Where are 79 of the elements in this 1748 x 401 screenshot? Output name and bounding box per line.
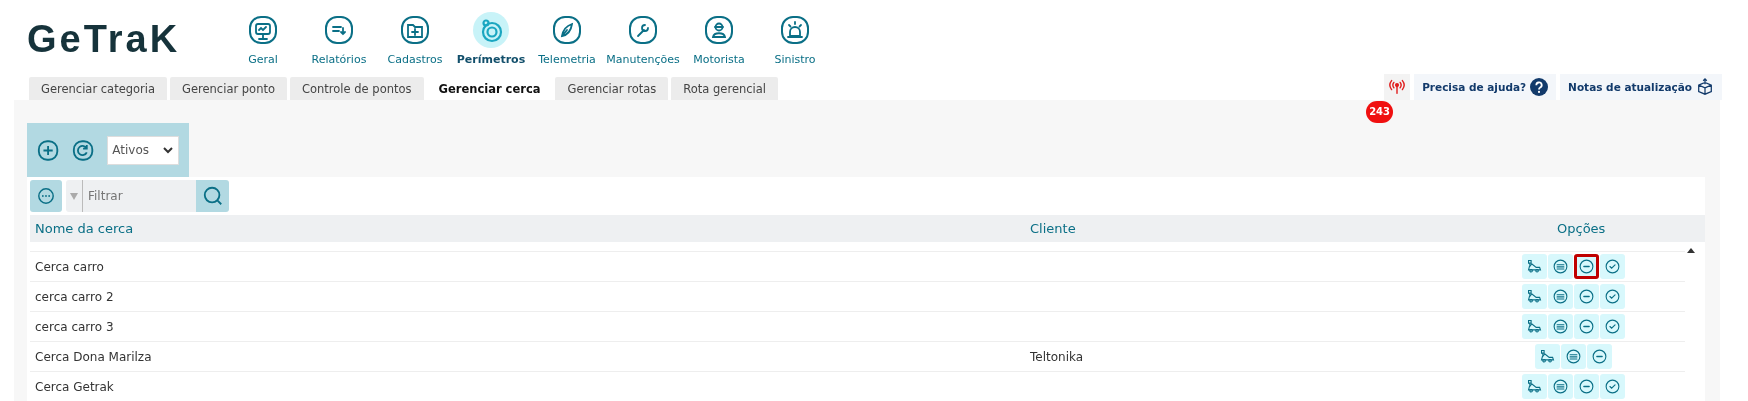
check-circle-icon: [1604, 318, 1621, 335]
nav-item[interactable]: Motorista: [681, 0, 757, 66]
remove-button[interactable]: [1587, 344, 1612, 369]
list-icon: [1552, 378, 1569, 395]
minus-circle-icon: [1578, 258, 1595, 275]
nav-item[interactable]: Cadastros: [377, 0, 453, 66]
refresh-icon[interactable]: [72, 138, 95, 162]
list-icon: [1565, 348, 1582, 365]
column-header: Cliente: [1030, 221, 1077, 236]
remove-button[interactable]: [1574, 374, 1599, 399]
table-cell-text: Cerca Getrak: [34, 379, 115, 394]
check-circle-icon: [1604, 258, 1621, 275]
box-icon: [1696, 78, 1714, 96]
nav-item[interactable]: Perímetros: [453, 0, 529, 66]
remove-button[interactable]: [1574, 254, 1599, 279]
status-select[interactable]: Ativos: [107, 135, 179, 165]
scroll-up-icon[interactable]: [1687, 248, 1695, 253]
list-button[interactable]: [1548, 374, 1573, 399]
filter-field[interactable]: Filtrar: [66, 179, 196, 212]
list-icon: [1552, 318, 1569, 335]
tab[interactable]: Controle de pontos: [290, 77, 424, 100]
route-button[interactable]: [1522, 374, 1547, 399]
table-cell-text: Cerca carro: [34, 259, 105, 274]
table-cell-text: cerca carro 3: [34, 319, 115, 334]
list-button[interactable]: [1548, 314, 1573, 339]
tab[interactable]: Gerenciar categoria: [29, 77, 168, 100]
route-button[interactable]: [1535, 344, 1560, 369]
remove-button[interactable]: [1574, 284, 1599, 309]
tab[interactable]: Gerenciar ponto: [170, 77, 287, 100]
table-cell-text: Cerca Dona Marilza: [34, 349, 153, 364]
car-route-icon: [1526, 258, 1543, 275]
car-route-icon: [1526, 378, 1543, 395]
release-notes-button[interactable]: Notas de atualização: [1560, 74, 1722, 100]
list-button[interactable]: [1548, 254, 1573, 279]
more-button[interactable]: [30, 179, 62, 212]
route-button[interactable]: [1522, 314, 1547, 339]
nav-item[interactable]: Relatórios: [301, 0, 377, 66]
minus-circle-icon: [1578, 378, 1595, 395]
list-icon: [1552, 288, 1569, 305]
nav-item[interactable]: Geral: [225, 0, 301, 66]
minus-circle-icon: [1591, 348, 1608, 365]
nav-item[interactable]: Manutenções: [605, 0, 681, 66]
check-circle-icon: [1604, 378, 1621, 395]
car-route-icon: [1539, 348, 1556, 365]
nav-item[interactable]: Telemetria: [529, 0, 605, 66]
alerts-button[interactable]: [1384, 74, 1411, 100]
list-icon: [1552, 258, 1569, 275]
minus-circle-icon: [1578, 288, 1595, 305]
car-route-icon: [1526, 318, 1543, 335]
chevron-down-icon: [162, 144, 174, 156]
tab[interactable]: Gerenciar rotas: [555, 77, 669, 100]
activate-button[interactable]: [1600, 284, 1625, 309]
search-icon: [201, 184, 224, 207]
remove-button[interactable]: [1574, 314, 1599, 339]
antenna-icon: [1388, 77, 1407, 95]
column-header: Nome da cerca: [34, 221, 135, 236]
nav-item[interactable]: Sinistro: [757, 0, 833, 66]
activate-button[interactable]: [1600, 254, 1625, 279]
minus-circle-icon: [1578, 318, 1595, 335]
help-button[interactable]: Precisa de ajuda?: [1414, 74, 1557, 100]
target-icon: [473, 12, 509, 48]
help-icon: [1530, 78, 1549, 96]
logo: GeTraK: [27, 18, 182, 61]
add-icon[interactable]: [37, 138, 60, 162]
table-cell: Teltonika: [1030, 349, 1084, 364]
list-button[interactable]: [1548, 284, 1573, 309]
activate-button[interactable]: [1600, 314, 1625, 339]
check-circle-icon: [1604, 288, 1621, 305]
filter-input[interactable]: Filtrar: [82, 179, 190, 212]
table-cell-text: cerca carro 2: [34, 289, 115, 304]
tab[interactable]: Rota gerencial: [671, 77, 778, 100]
search-button[interactable]: [196, 179, 229, 212]
route-button[interactable]: [1522, 284, 1547, 309]
more-icon: [37, 186, 55, 205]
column-header: Opções: [1556, 221, 1607, 236]
route-button[interactable]: [1522, 254, 1547, 279]
list-button[interactable]: [1561, 344, 1586, 369]
car-route-icon: [1526, 288, 1543, 305]
activate-button[interactable]: [1600, 374, 1625, 399]
